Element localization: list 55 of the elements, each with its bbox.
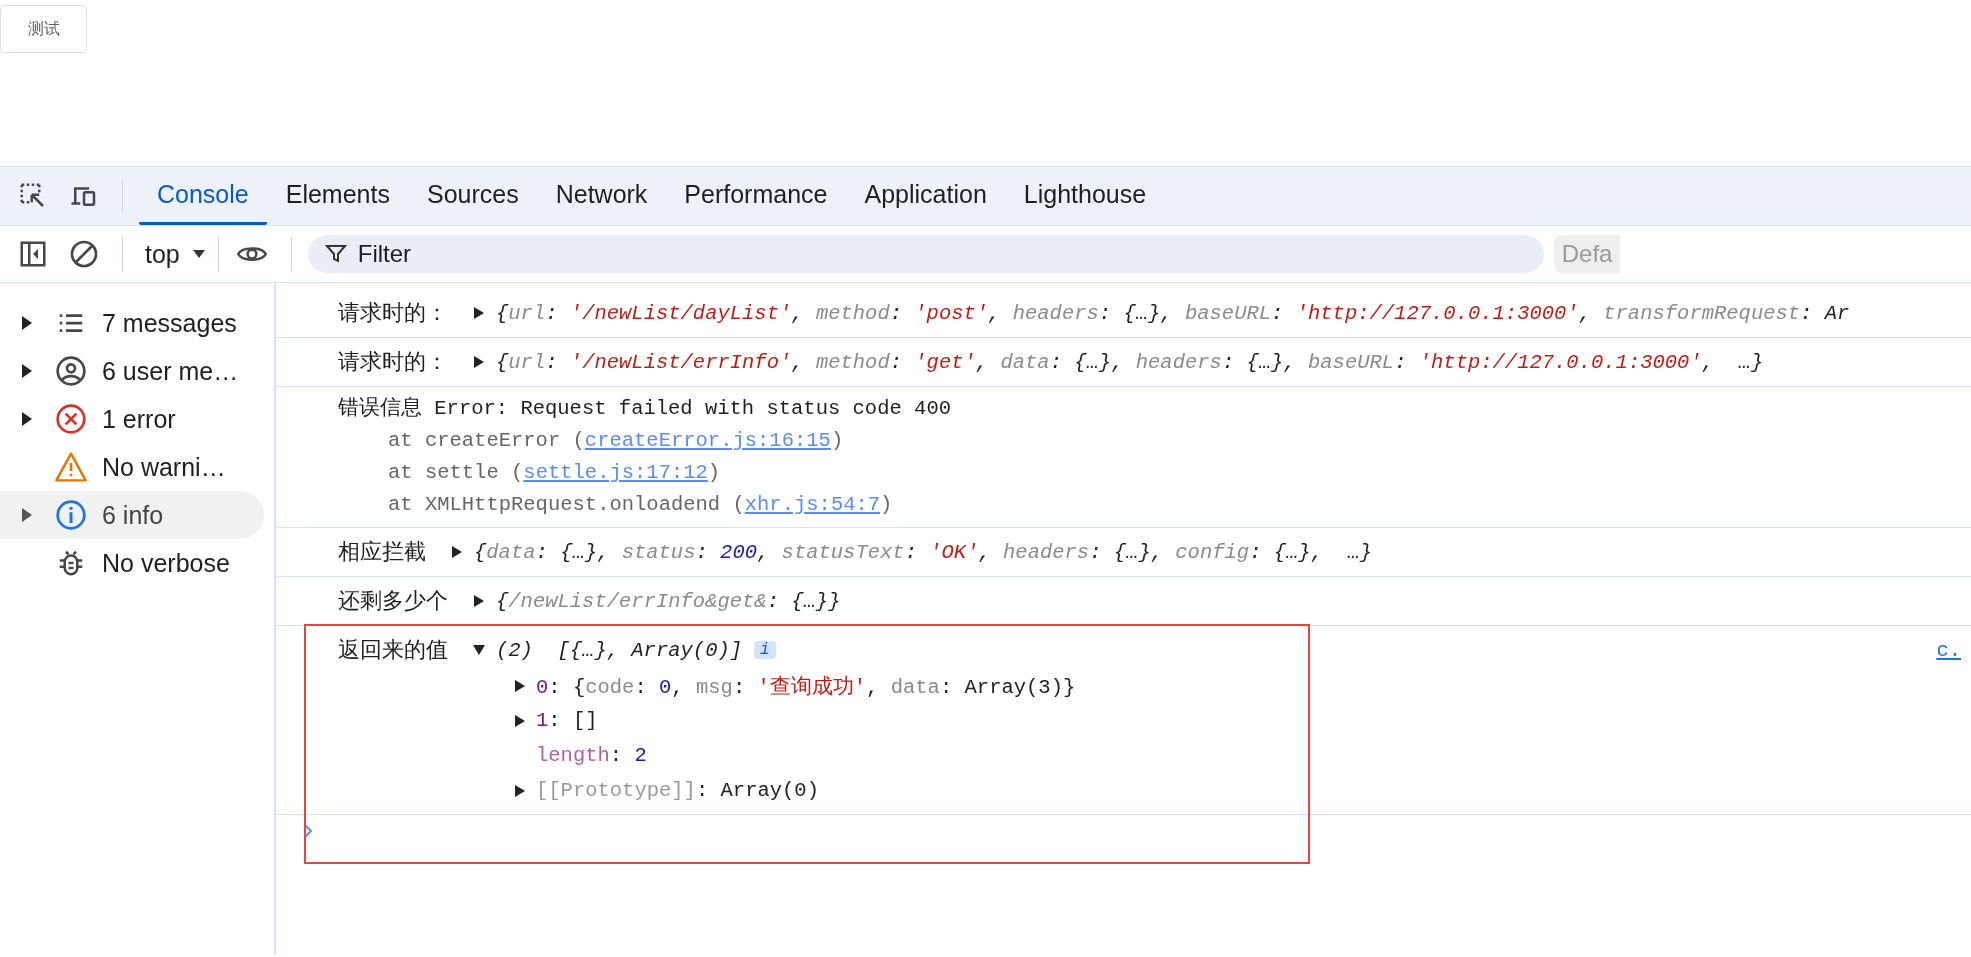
panel-tab[interactable]: Lighthouse xyxy=(1005,167,1165,225)
expand-arrow-icon[interactable] xyxy=(21,507,33,523)
user-icon xyxy=(54,355,88,387)
warning-icon xyxy=(54,451,88,483)
expand-arrow-icon[interactable] xyxy=(472,306,486,320)
info-icon xyxy=(54,499,88,531)
sidebar-item[interactable]: 7 messages xyxy=(0,299,264,347)
panel-tab[interactable]: Elements xyxy=(267,167,408,225)
prompt-icon xyxy=(304,824,313,838)
panel-tab[interactable]: Performance xyxy=(666,167,846,225)
log-label: 还剩多少个 xyxy=(338,587,448,615)
expand-arrow-icon[interactable] xyxy=(514,678,526,693)
object-property: 1: [] xyxy=(536,709,598,732)
object-preview[interactable]: {url: '/newList/dayList', method: 'post', headers: {…}, baseURL: 'http://127.0.0.1:3000', transformRequest: Ar xyxy=(496,301,1850,325)
object-preview[interactable]: (2) [{…}, Array(0)] xyxy=(496,638,743,662)
log-label: 相应拦截 xyxy=(338,538,426,566)
log-label: 请求时的： xyxy=(338,299,448,327)
panel-tab[interactable]: Application xyxy=(846,167,1005,225)
test-button[interactable]: 测试 xyxy=(0,5,87,53)
expand-arrow-icon[interactable] xyxy=(450,545,464,559)
panel-tab[interactable]: Sources xyxy=(408,167,537,225)
clear-icon[interactable] xyxy=(68,238,100,270)
info-badge[interactable]: i xyxy=(754,641,776,659)
sidebar-item[interactable]: 1 error xyxy=(0,395,264,443)
expand-arrow-icon[interactable] xyxy=(21,363,33,379)
expand-arrow-icon[interactable] xyxy=(21,315,33,331)
expand-arrow-icon[interactable] xyxy=(514,783,526,798)
panel-tab[interactable]: Console xyxy=(139,167,267,225)
expand-arrow-icon[interactable] xyxy=(21,411,33,427)
object-property: 0: {code: 0, msg: '查询成功', data: Array(3)} xyxy=(536,674,1076,700)
context-dropdown[interactable]: top xyxy=(145,239,206,269)
expand-arrow-icon[interactable] xyxy=(472,355,486,369)
log-label: 请求时的： xyxy=(338,348,448,376)
error-message: 错误信息 Error: Request failed with status code 400 xyxy=(338,396,952,422)
stack-frame: at createError (createError.js:16:15) xyxy=(338,425,1971,457)
object-property: length: 2 xyxy=(536,744,647,767)
log-label: 返回来的值 xyxy=(338,636,448,664)
stack-frame: at XMLHttpRequest.onloadend (xhr.js:54:7) xyxy=(338,489,1971,521)
error-icon xyxy=(54,403,88,435)
sidebar-item[interactable]: No verbose xyxy=(0,539,264,587)
object-preview[interactable]: {data: {…}, status: 200, statusText: 'OK', headers: {…}, config: {…}, …} xyxy=(474,540,1373,564)
expand-arrow-icon[interactable] xyxy=(472,594,486,608)
object-preview[interactable]: {url: '/newList/errInfo', method: 'get', data: {…}, headers: {…}, baseURL: 'http://127.0.0.1:3000', …} xyxy=(496,350,1764,374)
stack-frame: at settle (settle.js:17:12) xyxy=(338,457,1971,489)
object-preview[interactable]: {/newList/errInfo&get&: {…}} xyxy=(496,589,841,613)
sidebar-item[interactable]: No warni… xyxy=(0,443,264,491)
panel-tab[interactable]: Network xyxy=(537,167,666,225)
caret-icon xyxy=(191,249,206,259)
sidebar-toggle-icon[interactable] xyxy=(18,239,48,269)
object-property: [[Prototype]]: Array(0) xyxy=(536,779,819,802)
sidebar-item[interactable]: 6 info xyxy=(0,491,264,539)
source-link[interactable]: c. xyxy=(1936,638,1961,662)
expand-arrow-icon[interactable] xyxy=(472,643,486,657)
sidebar-item[interactable]: 6 user me… xyxy=(0,347,264,395)
expand-arrow-icon[interactable] xyxy=(514,713,526,728)
